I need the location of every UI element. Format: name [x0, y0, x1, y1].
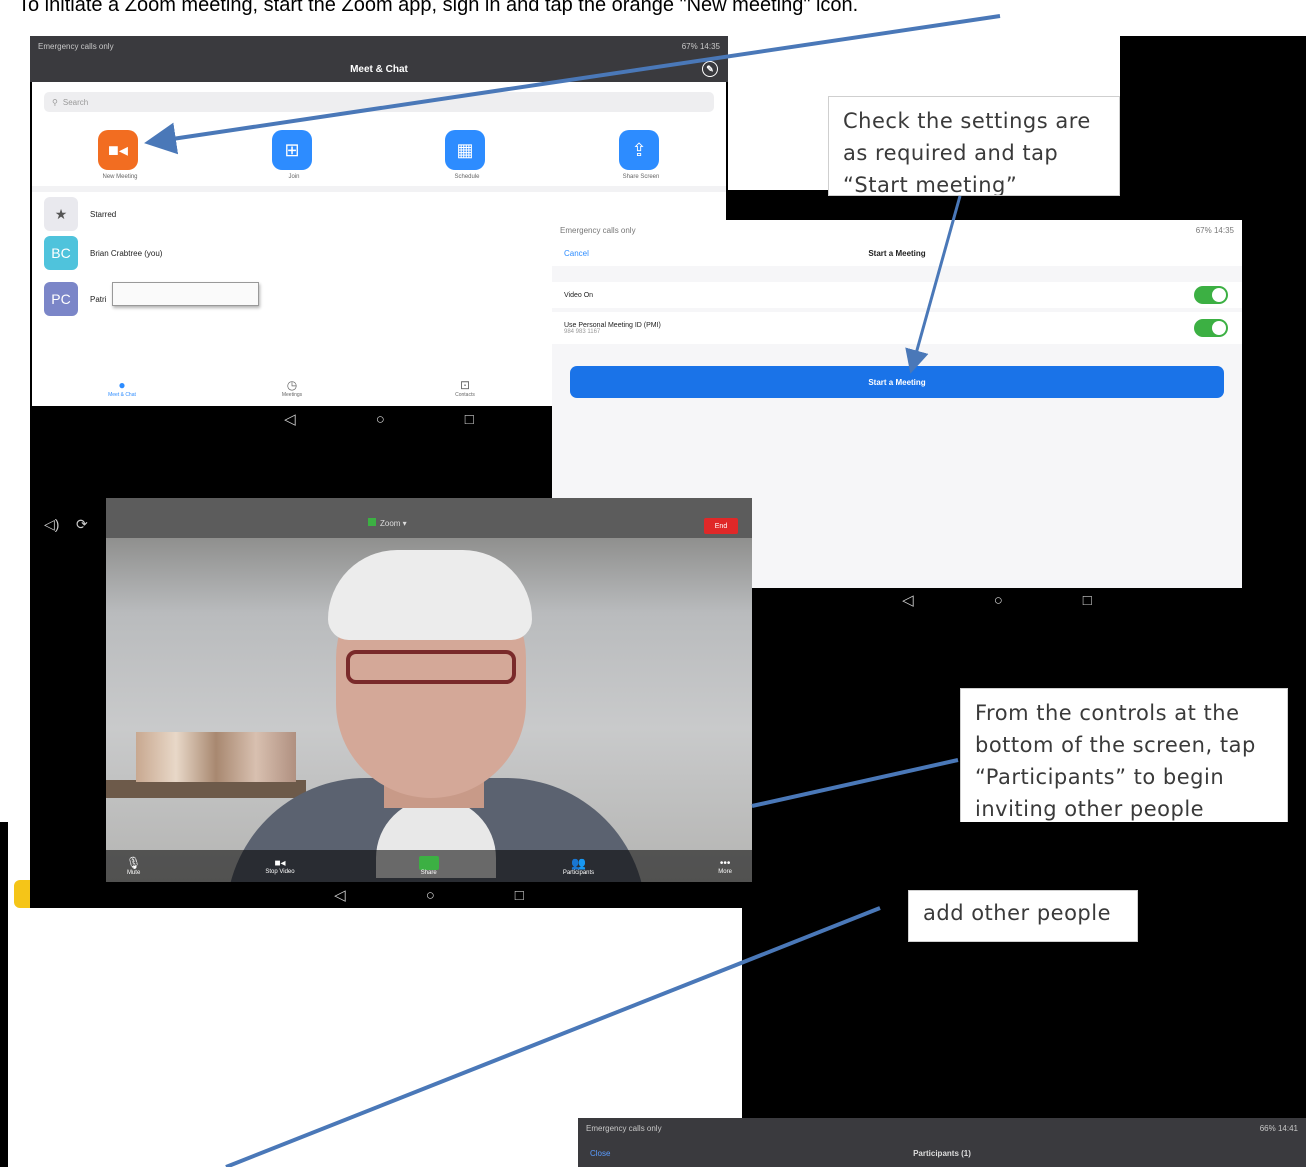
arrow-to-new-meeting: [144, 14, 1001, 155]
arrow-to-bottom: [225, 906, 881, 1167]
arrow-to-start-button: [905, 195, 962, 374]
arrows-overlay: [144, 14, 1001, 1167]
arrow-to-controls: [751, 758, 959, 808]
